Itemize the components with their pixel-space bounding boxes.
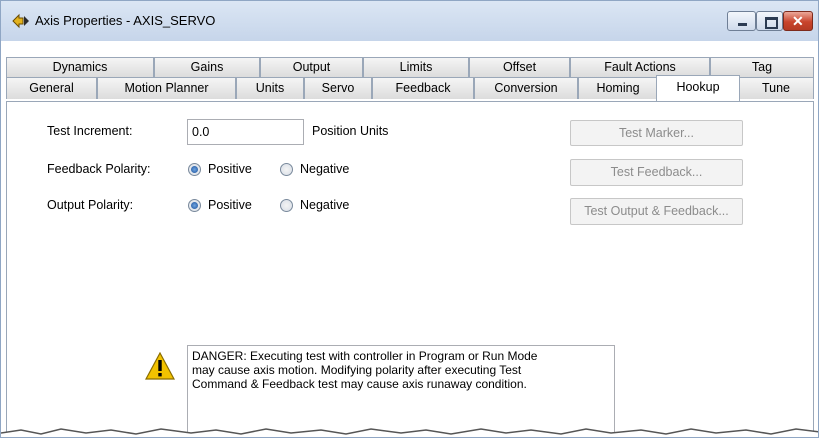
window-title: Axis Properties - AXIS_SERVO: [35, 13, 216, 28]
output-polarity-positive-radio[interactable]: [188, 199, 201, 212]
test-marker-button[interactable]: Test Marker...: [570, 120, 743, 146]
tab-dynamics[interactable]: Dynamics: [6, 57, 154, 77]
tab-motion-planner[interactable]: Motion Planner: [97, 77, 236, 99]
feedback-polarity-negative-label[interactable]: Negative: [300, 162, 349, 176]
minimize-icon: [738, 23, 747, 26]
tab-limits[interactable]: Limits: [363, 57, 469, 77]
warning-triangle-icon: [145, 352, 175, 380]
test-feedback-button[interactable]: Test Feedback...: [570, 159, 743, 186]
hookup-panel: Test Increment: Position Units Feedback …: [6, 101, 814, 437]
test-increment-label: Test Increment:: [47, 124, 133, 138]
output-polarity-negative-radio[interactable]: [280, 199, 293, 212]
axis-properties-icon: [12, 13, 29, 29]
tab-offset[interactable]: Offset: [469, 57, 570, 77]
tab-output[interactable]: Output: [260, 57, 363, 77]
maximize-icon: [765, 17, 778, 29]
output-polarity-label: Output Polarity:: [47, 198, 134, 212]
property-tabs: Dynamics Gains Output Limits Offset Faul…: [6, 57, 814, 101]
danger-line-3: Command & Feedback test may cause axis r…: [192, 377, 527, 391]
test-output-feedback-button[interactable]: Test Output & Feedback...: [570, 198, 743, 225]
feedback-polarity-positive-radio[interactable]: [188, 163, 201, 176]
test-increment-input[interactable]: [187, 119, 304, 145]
tab-tune[interactable]: Tune: [738, 77, 814, 99]
feedback-polarity-negative-radio[interactable]: [280, 163, 293, 176]
danger-message: DANGER: Executing test with controller i…: [187, 345, 615, 435]
danger-line-2: may cause axis motion. Modifying polarit…: [192, 363, 522, 377]
close-button[interactable]: ✕: [783, 11, 813, 31]
tab-general[interactable]: General: [6, 77, 97, 99]
tab-conversion[interactable]: Conversion: [474, 77, 578, 99]
output-polarity-positive-label[interactable]: Positive: [208, 198, 252, 212]
tab-servo[interactable]: Servo: [304, 77, 372, 99]
tab-feedback[interactable]: Feedback: [372, 77, 474, 99]
minimize-button[interactable]: [727, 11, 756, 31]
danger-line-1: DANGER: Executing test with controller i…: [192, 349, 538, 363]
title-bar[interactable]: Axis Properties - AXIS_SERVO ✕: [1, 1, 818, 41]
feedback-polarity-label: Feedback Polarity:: [47, 162, 151, 176]
tab-hookup[interactable]: Hookup: [656, 75, 740, 101]
position-units-label: Position Units: [312, 124, 389, 138]
maximize-button[interactable]: [756, 11, 783, 31]
axis-properties-window: Axis Properties - AXIS_SERVO ✕ Dynamics …: [0, 0, 819, 438]
output-polarity-negative-label[interactable]: Negative: [300, 198, 349, 212]
feedback-polarity-positive-label[interactable]: Positive: [208, 162, 252, 176]
tab-tag[interactable]: Tag: [710, 57, 814, 77]
tab-homing[interactable]: Homing: [578, 77, 658, 99]
tab-fault-actions[interactable]: Fault Actions: [570, 57, 710, 77]
torn-edge-decoration: [1, 428, 818, 437]
close-icon: ✕: [792, 13, 804, 29]
tab-units[interactable]: Units: [236, 77, 304, 99]
tab-gains[interactable]: Gains: [154, 57, 260, 77]
